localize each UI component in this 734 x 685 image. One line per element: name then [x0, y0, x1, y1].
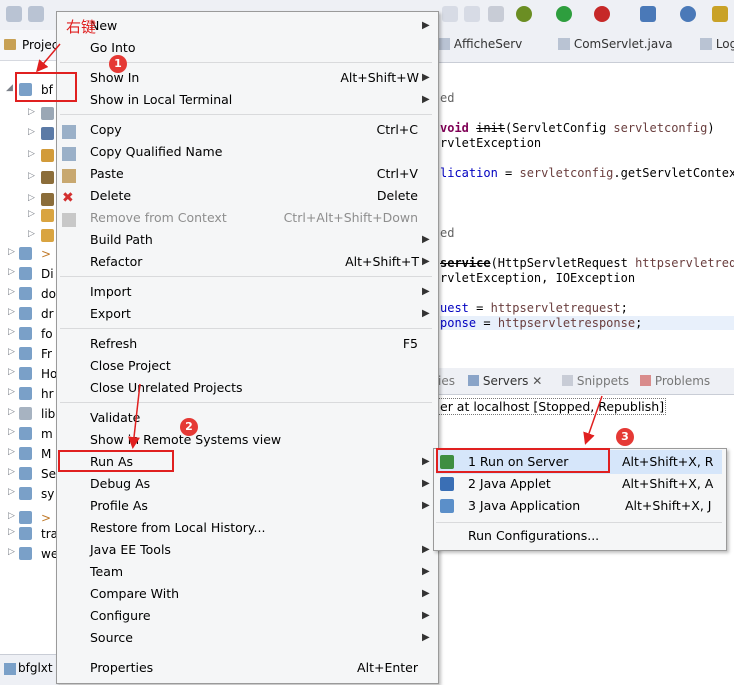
- arrow-to-run-on-server: [583, 395, 603, 445]
- arrow-to-run-as: [128, 383, 141, 449]
- annotation-arrows: [36, 43, 603, 449]
- arrow-to-project: [36, 43, 61, 73]
